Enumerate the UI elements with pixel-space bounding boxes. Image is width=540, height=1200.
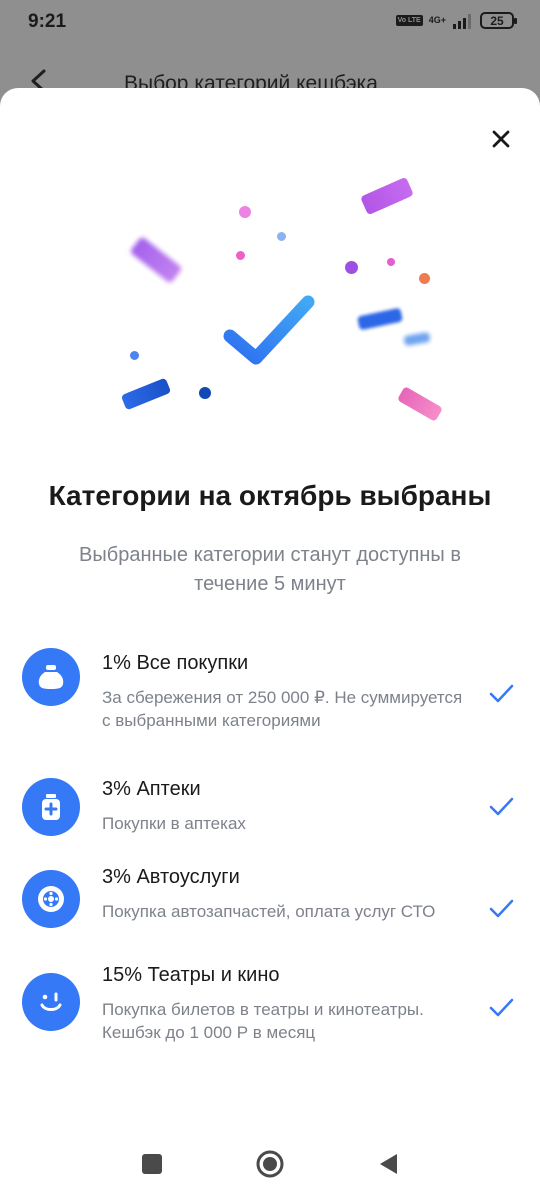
volte-icon: Vo LTE (395, 15, 423, 26)
home-button[interactable] (254, 1148, 286, 1180)
close-icon (492, 130, 510, 148)
category-icon-circle (22, 648, 80, 706)
success-illustration (100, 168, 460, 428)
money-bag-icon (38, 665, 64, 689)
confetti-dot (130, 351, 139, 360)
confetti-piece (396, 386, 444, 422)
confetti-dot (387, 258, 395, 266)
confetti-piece (357, 307, 403, 331)
battery-icon: 25 (480, 12, 517, 29)
category-icon-circle (22, 973, 80, 1031)
category-title: 3% Автоуслуги (102, 866, 240, 888)
bottom-sheet: Категории на октябрь выбраны Выбранные к… (0, 88, 540, 1200)
confetti-piece (360, 176, 414, 216)
check-icon (489, 684, 514, 703)
check-icon (489, 797, 514, 816)
signal-icon (453, 13, 471, 29)
triangle-back-icon (380, 1154, 397, 1174)
category-title: 1% Все покупки (102, 652, 249, 674)
square-icon (142, 1154, 162, 1174)
status-time: 9:21 (28, 11, 67, 32)
check-icon (489, 899, 514, 918)
category-title: 15% Театры и кино (102, 964, 280, 986)
sheet-title: Категории на октябрь выбраны (48, 480, 492, 511)
status-bar: 9:21 Vo LTE 4G+ 25 (0, 0, 540, 46)
recents-button[interactable] (136, 1148, 168, 1180)
car-wheel-icon (38, 886, 64, 912)
category-title: 3% Аптеки (102, 778, 201, 800)
confetti-piece (120, 377, 172, 411)
smiley-face-icon (40, 992, 62, 1011)
status-indicators: Vo LTE 4G+ 25 (395, 12, 517, 29)
category-description: За сбережения от 250 000 ₽. Не суммирует… (102, 688, 463, 730)
confetti-dot (419, 273, 430, 284)
confetti-dot (345, 261, 358, 274)
confetti-piece (403, 331, 431, 347)
category-icon-circle (22, 778, 80, 836)
confetti-dot (236, 251, 245, 260)
confetti-dot (199, 387, 211, 399)
confetti-dot (239, 206, 251, 218)
check-icon (489, 998, 514, 1017)
medicine-bottle-icon (42, 794, 60, 820)
circle-home-icon (256, 1150, 284, 1178)
close-button[interactable] (484, 122, 518, 156)
system-nav-bar (0, 1128, 540, 1200)
sheet-subtitle: Выбранные категории станут доступны в те… (79, 544, 461, 595)
category-description: Покупка автозапчастей, оплата услуг СТО (102, 902, 436, 921)
category-icon-circle (22, 870, 80, 928)
checkmark-icon (223, 295, 315, 365)
category-description: Покупки в аптеках (102, 814, 246, 833)
back-button[interactable] (372, 1148, 404, 1180)
confetti-dot (277, 232, 286, 241)
confetti-piece (129, 236, 183, 284)
network-type: 4G+ (428, 15, 446, 25)
category-description: Покупка билетов в театры и кинотеатры. К… (102, 1000, 424, 1042)
